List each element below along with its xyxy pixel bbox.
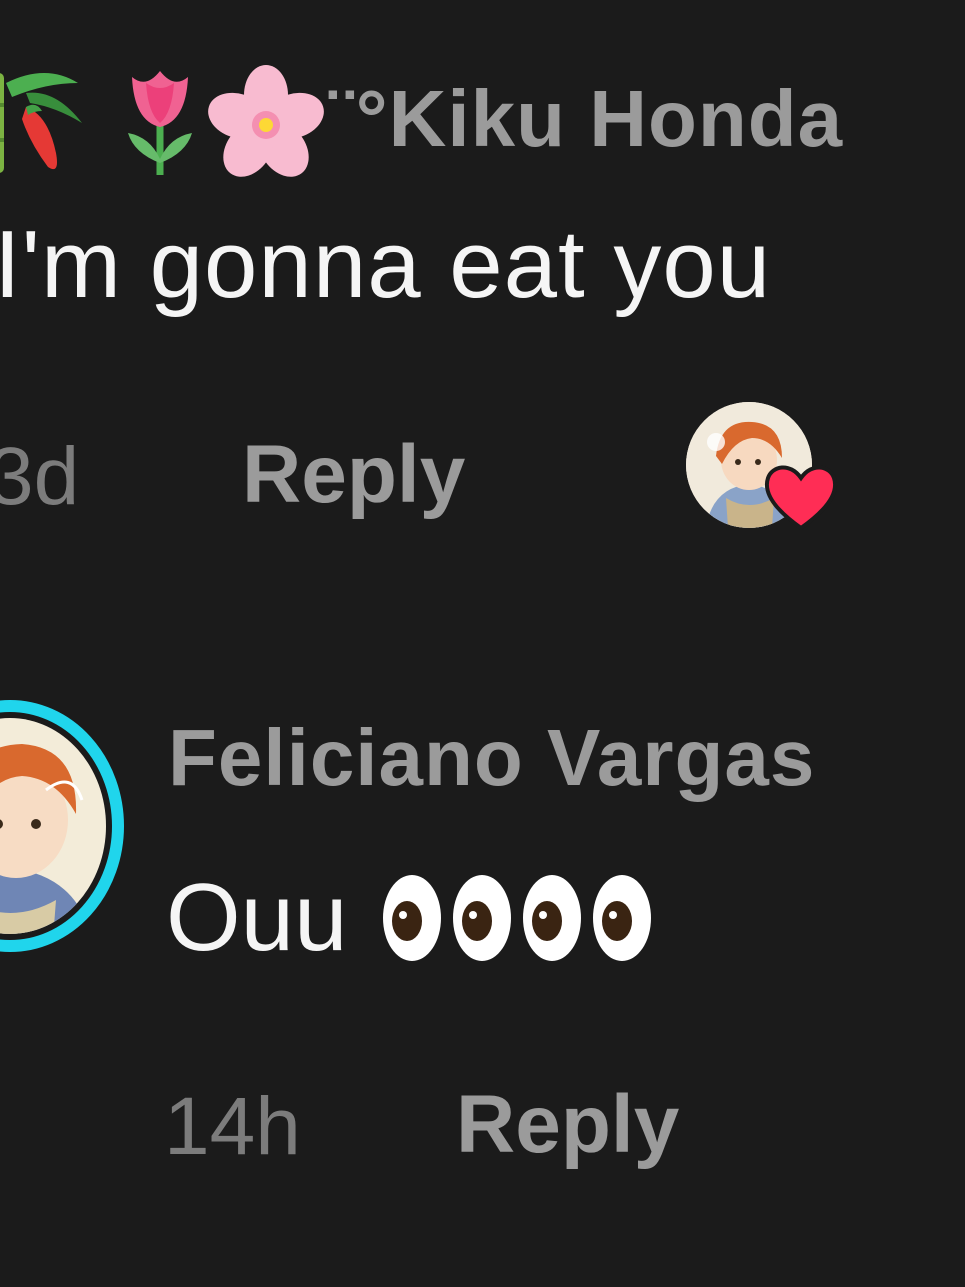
comment-header: ¨°Kiku Honda [0, 58, 843, 188]
avatar[interactable] [0, 700, 124, 952]
reply-button[interactable]: Reply [242, 428, 465, 522]
comments-panel: ¨°Kiku Honda I'm gonna eat you 3d Reply [0, 0, 965, 1287]
comment-meta: 3d Reply [0, 402, 965, 532]
comment-text: I'm gonna eat you [0, 211, 772, 318]
comment-meta: 14h Reply [0, 1070, 965, 1180]
tulip-icon [110, 63, 210, 183]
cherry-blossom-icon [206, 63, 326, 183]
eyes-icon [381, 873, 521, 963]
bamboo-pepper-icon [0, 63, 110, 183]
comment-timestamp: 3d [0, 431, 80, 522]
comment-timestamp: 14h [164, 1081, 301, 1172]
comment-author-name[interactable]: Feliciano Vargas [168, 712, 815, 804]
reply-button[interactable]: Reply [456, 1078, 679, 1172]
heart-icon [762, 460, 840, 532]
comment-text: Ouu [166, 858, 661, 978]
eyes-icon [521, 873, 661, 963]
comment-author-name[interactable]: ¨°Kiku Honda [328, 73, 843, 165]
comment-text-body: Ouu [166, 864, 348, 971]
